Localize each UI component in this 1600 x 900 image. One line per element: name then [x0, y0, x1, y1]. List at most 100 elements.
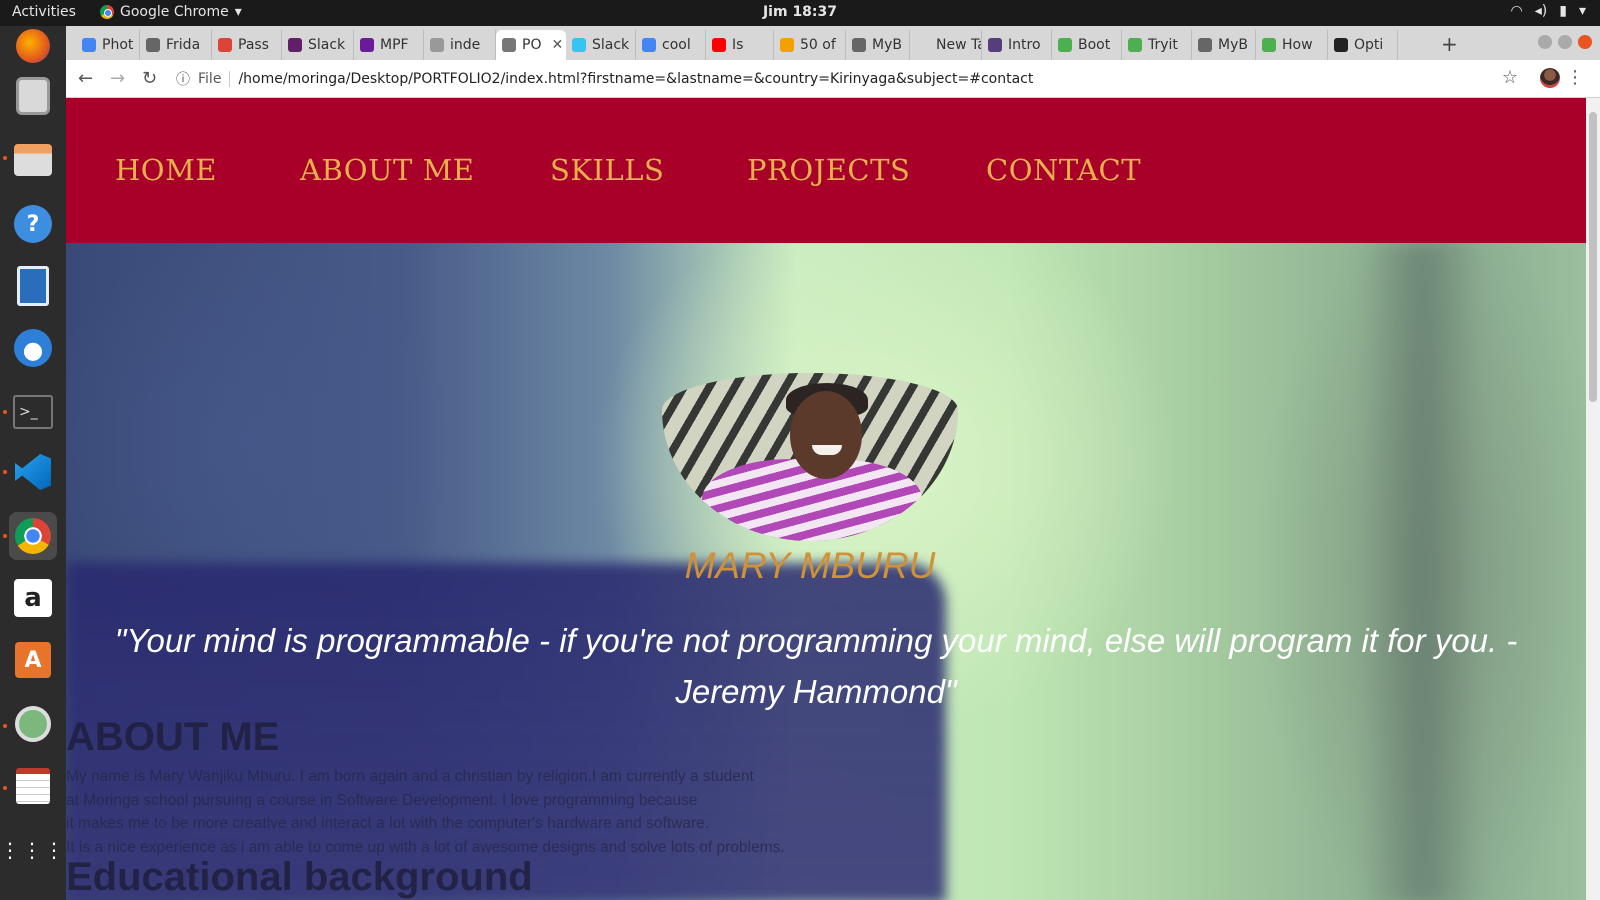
wifi-icon: ◠ — [1510, 3, 1523, 19]
chrome-dock-icon[interactable] — [9, 512, 57, 560]
dock: ? >_ a A ⋮⋮⋮ — [0, 26, 66, 900]
image-viewer-icon[interactable] — [9, 700, 57, 748]
bookmark-star-icon[interactable]: ☆ — [1502, 67, 1518, 88]
maximize-icon[interactable] — [1558, 35, 1572, 49]
browser-tab[interactable]: Boot — [1052, 30, 1122, 60]
show-applications-icon[interactable]: ⋮⋮⋮ — [0, 826, 64, 874]
amazon-icon[interactable]: a — [9, 574, 57, 622]
tab-strip: + Phot Frida Pass Slack MPF inde PO ✕ Slack cool I… — [66, 26, 1600, 60]
tab-label: Opti — [1354, 37, 1384, 53]
address-scheme-label: File — [198, 71, 231, 87]
site-navbar: HOME ABOUT ME SKILLS PROJECTS CONTACT — [66, 98, 1586, 243]
favicon-icon — [572, 38, 586, 52]
browser-tab[interactable]: MPF — [354, 30, 424, 60]
chrome-icon — [100, 5, 114, 19]
browser-tab[interactable]: Slack — [566, 30, 636, 60]
tab-label: MPF — [380, 37, 409, 53]
hero-section: MARY MBURU "Your mind is programmable - … — [66, 243, 1586, 900]
favicon-icon — [1058, 38, 1072, 52]
page-viewport: HOME ABOUT ME SKILLS PROJECTS CONTACT MA… — [66, 98, 1586, 900]
volume-icon: ◂) — [1534, 3, 1548, 19]
thunderbird-icon[interactable] — [9, 324, 57, 372]
scrollbar-thumb[interactable] — [1589, 112, 1597, 402]
nav-link-contact[interactable]: CONTACT — [986, 153, 1141, 187]
favicon-icon — [1334, 38, 1348, 52]
browser-tab[interactable]: Is — [706, 30, 774, 60]
nav-link-skills[interactable]: SKILLS — [550, 153, 664, 187]
system-tray[interactable]: ◠ ◂) ▮ ▾ — [1511, 3, 1586, 19]
favicon-icon — [780, 38, 794, 52]
app-menu-label: Google Chrome — [120, 4, 229, 20]
new-tab-icon[interactable]: + — [1441, 32, 1458, 56]
address-bar[interactable]: ⓘ File /home/moringa/Desktop/PORTFOLIO2/… — [176, 65, 1456, 93]
quote-text: "Your mind is programmable - if you're n… — [76, 615, 1556, 717]
favicon-icon — [852, 38, 866, 52]
app-menu[interactable]: Google Chrome ▾ — [100, 4, 242, 20]
browser-tab[interactable]: inde — [424, 30, 496, 60]
nav-link-projects[interactable]: PROJECTS — [747, 153, 910, 187]
nav-link-home[interactable]: HOME — [115, 153, 217, 187]
browser-tab[interactable]: MyB — [1192, 30, 1256, 60]
forward-arrow-icon[interactable]: → — [110, 68, 125, 89]
browser-tab[interactable]: Opti — [1328, 30, 1398, 60]
favicon-icon — [916, 38, 930, 52]
tab-label: Frida — [166, 37, 201, 53]
menu-kebab-icon[interactable]: ⋮ — [1566, 67, 1584, 88]
browser-tab[interactable]: cool — [636, 30, 706, 60]
browser-tab[interactable]: Slack — [282, 30, 354, 60]
url-text[interactable]: /home/moringa/Desktop/PORTFOLIO2/index.h… — [238, 71, 1033, 87]
running-indicator — [3, 156, 7, 160]
tab-label: Slack — [592, 37, 630, 53]
tab-label: inde — [450, 37, 481, 53]
education-heading: Educational background — [66, 855, 533, 899]
tab-label: Is — [732, 37, 744, 53]
profile-photo — [662, 373, 958, 541]
browser-tab[interactable]: 50 of — [774, 30, 846, 60]
rhythmbox-icon[interactable] — [9, 72, 57, 120]
browser-tab[interactable]: PO ✕ — [496, 30, 566, 60]
chevron-down-icon: ▾ — [1578, 3, 1586, 19]
favicon-icon — [642, 38, 656, 52]
tab-label: Tryit — [1148, 37, 1178, 53]
tab-label: Boot — [1078, 37, 1111, 53]
activities-button[interactable]: Activities — [12, 4, 76, 20]
browser-tab[interactable]: Frida — [140, 30, 212, 60]
tab-label: Pass — [238, 37, 269, 53]
reload-icon[interactable]: ↻ — [142, 68, 157, 89]
profile-avatar[interactable] — [1540, 68, 1560, 88]
about-line: at Moringa school pursuing a course in S… — [66, 791, 698, 809]
browser-tab[interactable]: Tryit — [1122, 30, 1192, 60]
browser-tab[interactable]: How — [1256, 30, 1328, 60]
terminal-icon[interactable]: >_ — [9, 388, 57, 436]
tab-label: Phot — [102, 37, 134, 53]
software-center-icon[interactable]: A — [9, 636, 57, 684]
tab-label: How — [1282, 37, 1313, 53]
favicon-icon — [988, 38, 1002, 52]
about-me-heading: ABOUT ME — [66, 715, 280, 759]
browser-tab[interactable]: Pass — [212, 30, 282, 60]
writer-icon[interactable] — [9, 262, 57, 310]
browser-tab[interactable]: MyB — [846, 30, 910, 60]
close-window-icon[interactable] — [1578, 35, 1592, 49]
files-icon[interactable] — [9, 136, 57, 184]
vscode-icon[interactable] — [9, 448, 57, 496]
quote-line: Jeremy Hammond" — [675, 673, 957, 710]
running-indicator — [3, 534, 7, 538]
running-indicator — [3, 786, 7, 790]
minimize-icon[interactable] — [1538, 35, 1552, 49]
browser-tab[interactable]: New Tab — [910, 30, 982, 60]
nav-link-about-me[interactable]: ABOUT ME — [300, 153, 474, 187]
close-tab-icon[interactable]: ✕ — [551, 37, 563, 53]
browser-tab[interactable]: Intro — [982, 30, 1052, 60]
favicon-icon — [146, 38, 160, 52]
info-icon[interactable]: ⓘ — [176, 69, 190, 89]
back-arrow-icon[interactable]: ← — [78, 68, 93, 89]
help-icon[interactable]: ? — [9, 200, 57, 248]
favicon-icon — [218, 38, 232, 52]
text-editor-icon[interactable] — [9, 762, 57, 810]
firefox-icon[interactable] — [9, 22, 57, 70]
about-line: My name is Mary Wanjiku Mburu. I am born… — [66, 768, 754, 785]
tab-label: New Tab — [936, 37, 981, 53]
browser-tab[interactable]: Phot — [76, 30, 140, 60]
page-scrollbar[interactable] — [1586, 98, 1600, 900]
